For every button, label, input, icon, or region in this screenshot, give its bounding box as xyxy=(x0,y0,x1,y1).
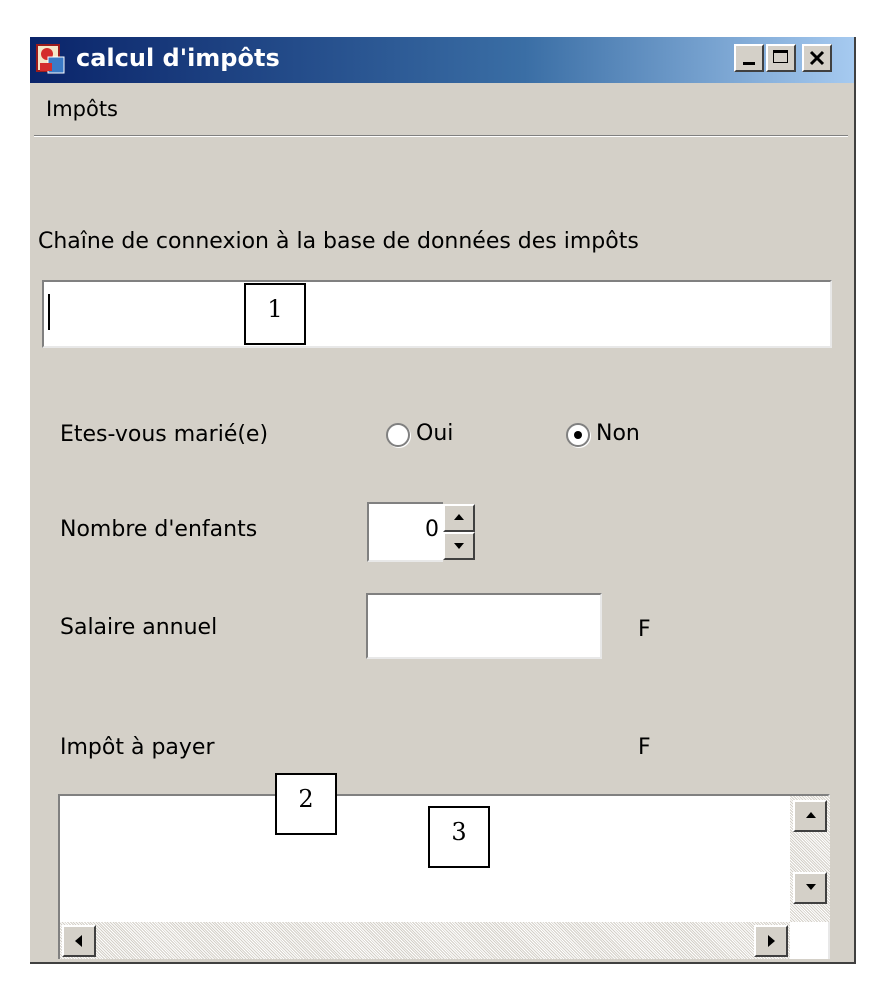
arrow-up-icon xyxy=(454,514,464,520)
callout-3: 3 xyxy=(428,806,490,868)
tax-unit: F xyxy=(638,735,651,760)
app-icon xyxy=(36,44,65,74)
title-bar[interactable]: calcul d'impôts xyxy=(30,37,854,83)
scroll-left-button[interactable] xyxy=(62,925,96,957)
salary-label: Salaire annuel xyxy=(60,615,218,640)
children-count-input[interactable]: 0 xyxy=(367,502,443,562)
callout-2: 2 xyxy=(275,773,337,835)
tax-label: Impôt à payer xyxy=(60,735,215,760)
spinner-down-button[interactable] xyxy=(443,532,475,560)
radio-selected-dot xyxy=(574,431,582,439)
connection-label: Chaîne de connexion à la base de données… xyxy=(38,229,639,254)
children-label: Nombre d'enfants xyxy=(60,517,258,542)
radio-oui-label: Oui xyxy=(416,421,454,446)
maximize-button[interactable] xyxy=(766,44,796,72)
callout-1: 1 xyxy=(244,283,306,345)
scroll-right-button[interactable] xyxy=(754,925,788,957)
menu-separator xyxy=(34,135,848,137)
connection-string-input[interactable] xyxy=(42,280,832,348)
scroll-left-icon xyxy=(75,935,82,947)
spinner-up-button[interactable] xyxy=(443,504,475,532)
window-title: calcul d'impôts xyxy=(76,44,280,72)
radio-non[interactable]: Non xyxy=(566,421,666,451)
marital-label: Etes-vous marié(e) xyxy=(60,422,269,447)
menu-impots[interactable]: Impôts xyxy=(46,97,118,121)
arrow-down-icon xyxy=(454,543,464,549)
close-button[interactable] xyxy=(802,44,832,72)
children-count-value: 0 xyxy=(425,517,439,542)
menu-bar: Impôts xyxy=(30,89,854,133)
scroll-right-icon xyxy=(768,935,775,947)
horizontal-scrollbar[interactable] xyxy=(60,922,790,959)
scroll-down-button[interactable] xyxy=(793,872,827,904)
vertical-scrollbar[interactable] xyxy=(790,796,830,922)
minimize-button[interactable] xyxy=(734,44,764,72)
radio-oui-circle[interactable] xyxy=(386,423,410,447)
scroll-up-button[interactable] xyxy=(793,800,827,832)
close-icon xyxy=(809,50,825,66)
minimize-icon xyxy=(743,62,755,65)
maximize-icon xyxy=(773,50,788,63)
salary-input[interactable] xyxy=(366,593,602,659)
text-caret xyxy=(48,294,50,330)
scroll-down-icon xyxy=(806,884,816,890)
radio-oui[interactable]: Oui xyxy=(386,421,486,451)
scroll-up-icon xyxy=(806,812,816,818)
radio-non-circle[interactable] xyxy=(566,423,590,447)
radio-non-label: Non xyxy=(596,421,640,446)
salary-unit: F xyxy=(638,617,651,642)
